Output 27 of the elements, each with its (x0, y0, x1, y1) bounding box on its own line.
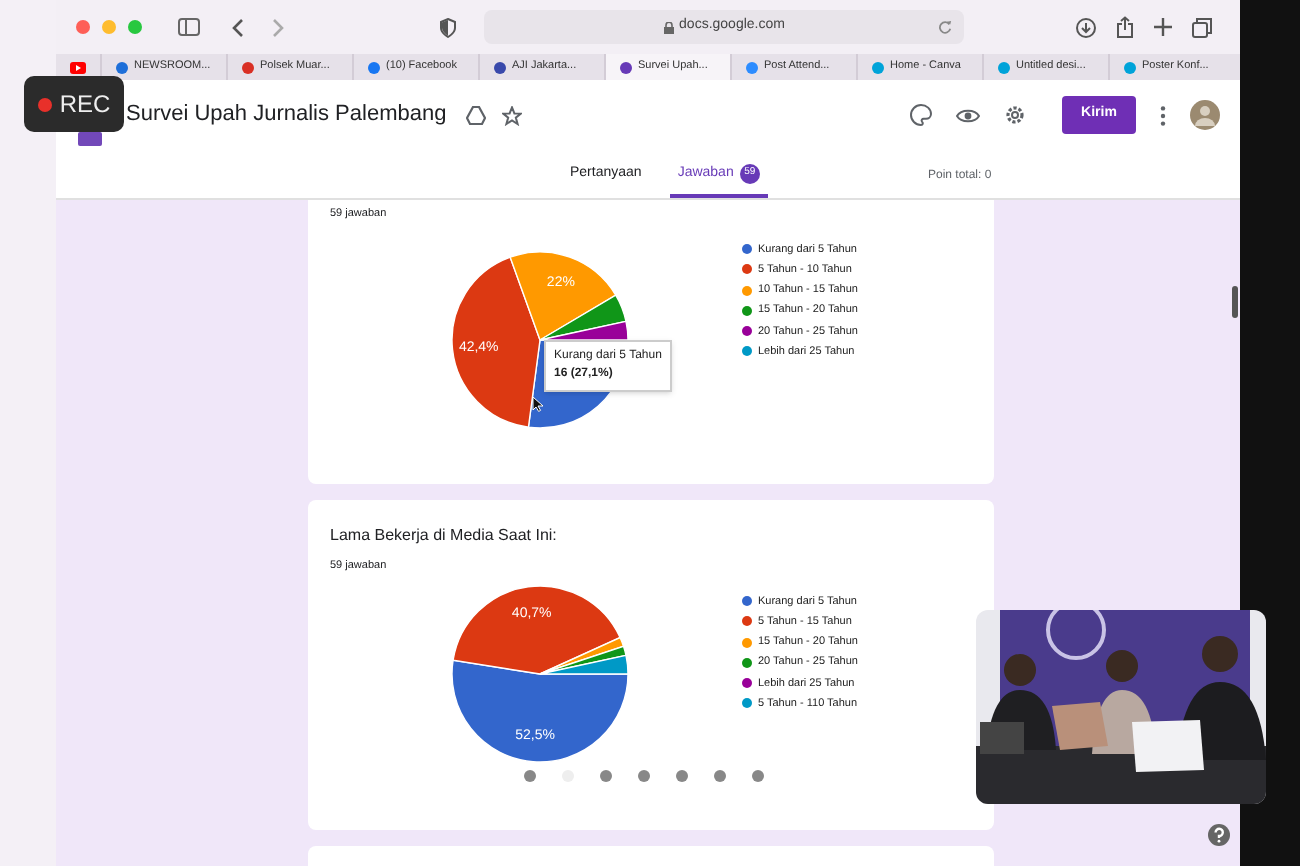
form-title: Survei Upah Jurnalis Palembang (126, 100, 447, 131)
settings-icon[interactable] (1004, 104, 1026, 126)
tabs-overview-icon[interactable] (1192, 17, 1212, 37)
sidebar-icon[interactable] (178, 18, 200, 36)
cursor-icon (532, 396, 544, 413)
palette-icon[interactable] (910, 104, 932, 126)
help-icon[interactable] (1208, 824, 1230, 846)
recording-label: REC (59, 88, 111, 122)
shield-icon[interactable] (440, 17, 456, 37)
question-title: Lama Bekerja di Media Saat Ini: (330, 524, 559, 548)
reload-icon[interactable] (938, 20, 952, 34)
download-icon[interactable] (1076, 17, 1096, 37)
video-site-icon[interactable] (70, 61, 86, 73)
share-icon[interactable] (1116, 16, 1134, 38)
more-options-icon[interactable] (1160, 105, 1166, 125)
forward-icon[interactable] (272, 17, 284, 37)
drive-icon[interactable] (466, 105, 487, 125)
lock-icon (663, 21, 674, 33)
back-icon[interactable] (232, 17, 244, 37)
record-dot-icon (37, 97, 52, 111)
preview-eye-icon[interactable] (956, 107, 980, 123)
scrollbar-thumb[interactable] (1232, 286, 1238, 318)
form-logo-icon (78, 132, 102, 146)
account-avatar[interactable] (1190, 100, 1220, 130)
close-window-button[interactable] (76, 20, 90, 34)
star-icon[interactable] (502, 105, 523, 125)
new-tab-icon[interactable] (1154, 18, 1172, 36)
